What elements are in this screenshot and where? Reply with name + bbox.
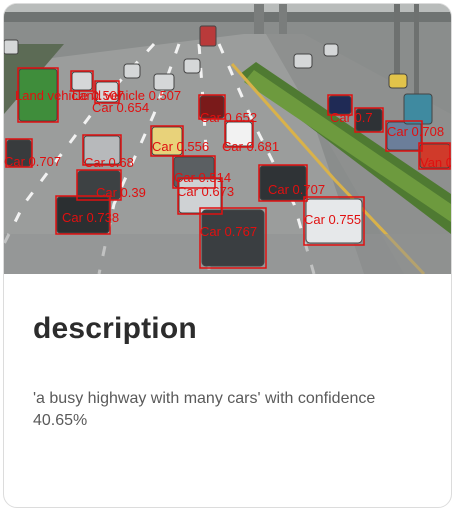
result-card: Land vehicle 0.507 Land vehicle 0.507 Ca…	[3, 3, 452, 508]
detection-label: Car 0.673	[177, 184, 234, 199]
detection-label: Car 0.767	[200, 224, 257, 239]
detection-label: Car 0.738	[62, 210, 119, 225]
detection-label: Car 0.681	[222, 139, 279, 154]
detection-label: Car 0.652	[200, 110, 257, 125]
detection-label: Car 0.707	[4, 154, 61, 169]
caption-text: 'a busy highway with many cars' with con…	[33, 390, 376, 429]
highway-photo: Land vehicle 0.507 Land vehicle 0.507 Ca…	[4, 4, 451, 274]
card-title: description	[33, 312, 197, 345]
detection-label: Car 0.654	[92, 100, 149, 115]
detection-label: Car 0.514	[174, 170, 231, 185]
detection-label: Car 0.556	[152, 139, 209, 154]
card-body: description 'a busy highway with many ca…	[4, 274, 451, 507]
detection-image: Land vehicle 0.507 Land vehicle 0.507 Ca…	[4, 4, 451, 274]
detection-label: Car 0.707	[268, 182, 325, 197]
detection-label: Car 0.39	[96, 185, 146, 200]
detection-label: Car 0.708	[387, 124, 444, 139]
detection-label: Car 0.755	[304, 212, 361, 227]
detection-label: Car 0.68	[84, 155, 134, 170]
detection-label: Car 0.7	[330, 110, 373, 125]
detection-label: Van 0	[420, 155, 451, 170]
